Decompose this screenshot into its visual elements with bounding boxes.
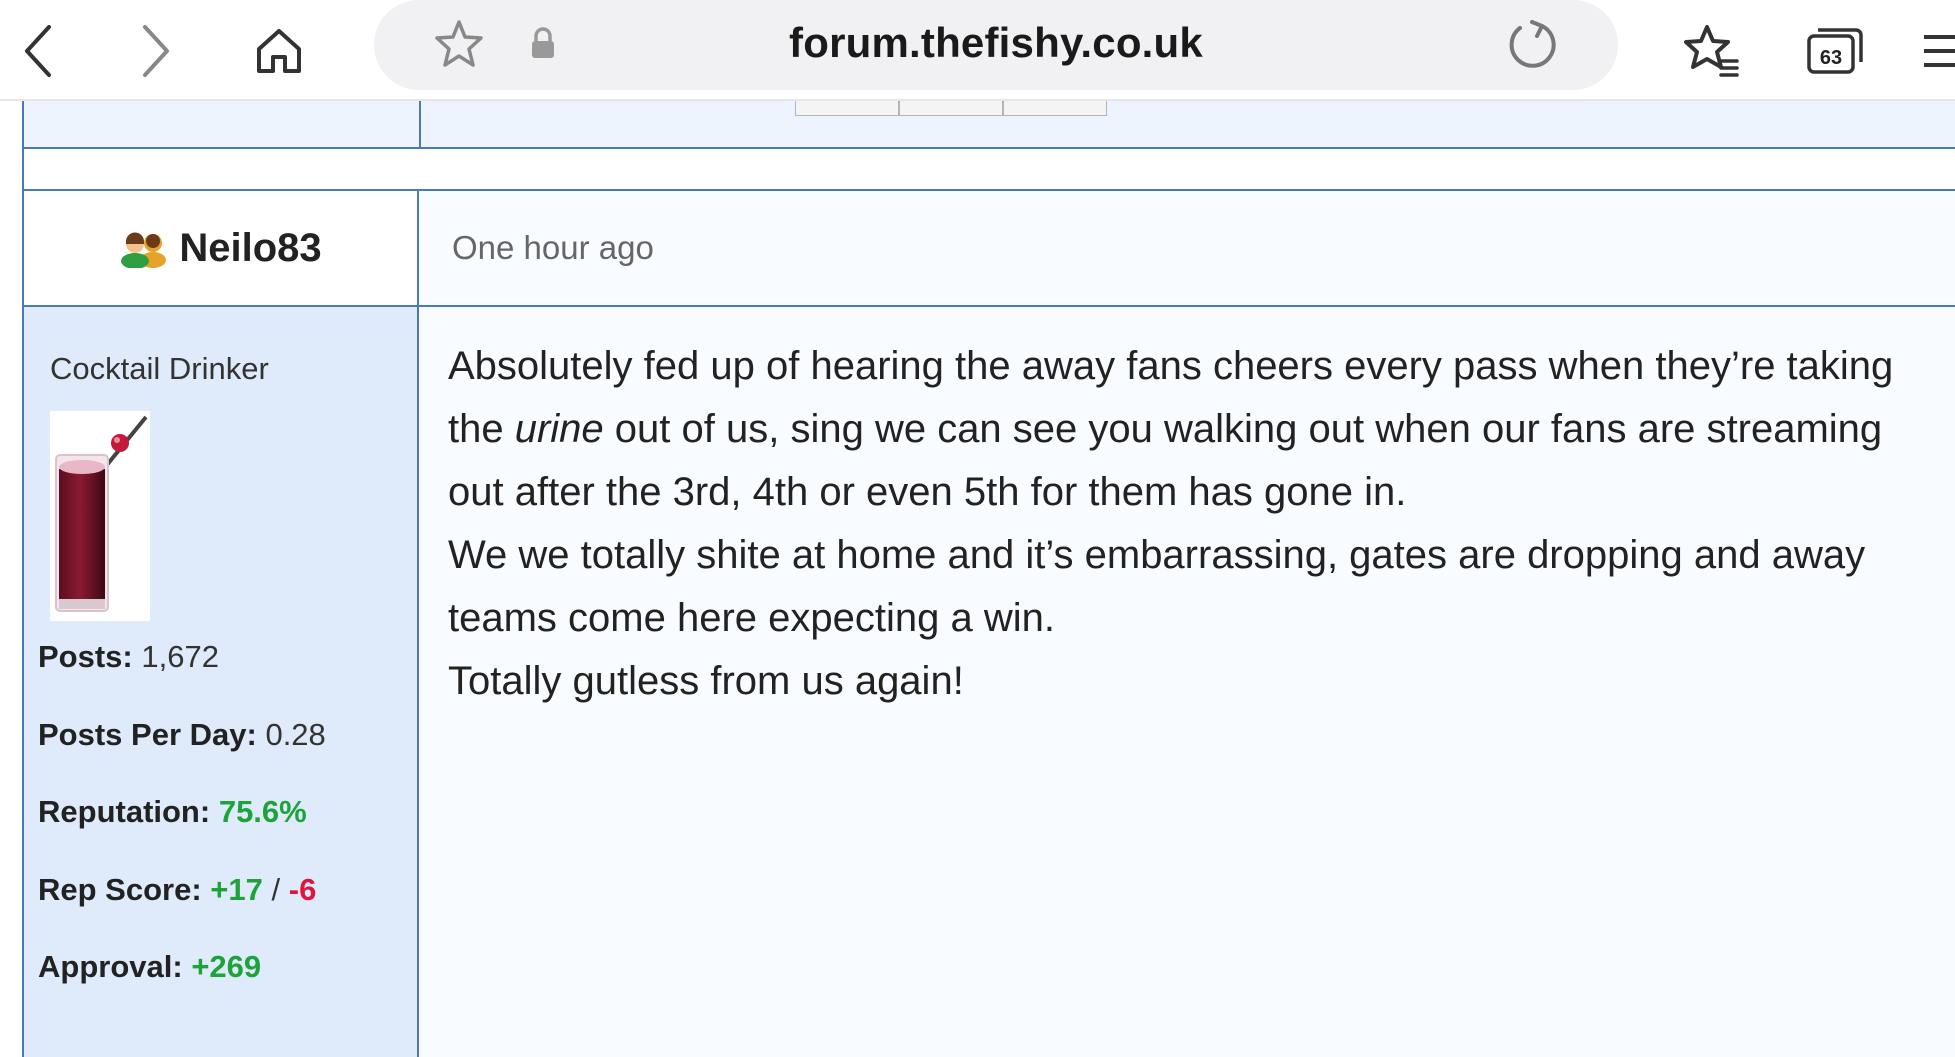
post-body-row: Cocktail Drinker Posts: 1,672 Posts Per … (22, 307, 1955, 1057)
post-paragraph: Totally gutless from us again! (448, 659, 964, 703)
menu-button[interactable] (1920, 12, 1955, 90)
home-icon (257, 29, 301, 73)
user-online-icon (121, 232, 167, 268)
address-bar[interactable]: forum.thefishy.co.uk (374, 0, 1618, 90)
reload-icon[interactable] (1504, 16, 1560, 77)
post-paragraph: We we totally shite at home and it’s emb… (448, 533, 1866, 640)
stat-posts-value: 1,672 (141, 639, 219, 674)
home-button[interactable] (240, 12, 318, 90)
stat-reputation-label: Reputation: (38, 794, 211, 829)
chevron-right-icon (143, 25, 169, 77)
stat-approval-label: Approval: (38, 949, 183, 984)
stat-ppd-value: 0.28 (265, 717, 326, 752)
post-action-button[interactable] (899, 101, 1003, 116)
stat-rep-score: Rep Score: +17 / -6 (38, 872, 316, 908)
stat-repscore-negative: -6 (288, 872, 317, 907)
username-link[interactable]: Neilo83 (179, 226, 321, 271)
stat-reputation: Reputation: 75.6% (38, 794, 307, 830)
back-button[interactable] (0, 12, 78, 90)
tabs-button[interactable]: 63 (1796, 12, 1874, 90)
post-action-buttons (795, 101, 1107, 116)
forum-post-table: Neilo83 One hour ago Cocktail Drinker Po… (22, 101, 1955, 1057)
forward-button[interactable] (116, 12, 194, 90)
post-text-emphasis: urine (514, 407, 604, 451)
menu-icon (1924, 35, 1955, 67)
tab-count: 63 (1819, 46, 1843, 69)
stat-posts-label: Posts: (38, 639, 133, 674)
stat-reputation-value: 75.6% (218, 794, 307, 829)
stat-ppd-label: Posts Per Day: (38, 717, 257, 752)
user-info-sidebar: Cocktail Drinker Posts: 1,672 Posts Per … (24, 307, 419, 1057)
stat-repscore-separator: / (271, 872, 281, 907)
stat-repscore-label: Rep Score: (38, 872, 202, 907)
post-paragraph: Absolutely fed up of hearing the away fa… (448, 335, 1938, 524)
rank-image (50, 411, 150, 621)
tabs-icon: 63 (1806, 26, 1864, 76)
user-rank: Cocktail Drinker (50, 351, 269, 386)
bookmarks-button[interactable] (1672, 12, 1750, 90)
post-action-button[interactable] (795, 101, 899, 116)
post-author: Neilo83 (24, 191, 419, 305)
stat-posts: Posts: 1,672 (38, 639, 219, 675)
url-text[interactable]: forum.thefishy.co.uk (374, 19, 1618, 67)
post-timestamp: One hour ago (452, 229, 654, 266)
previous-post-footer (22, 101, 1955, 149)
post-text-segment: out of us, sing we can see you walking o… (448, 407, 1883, 514)
post-action-button[interactable] (1003, 101, 1107, 116)
stat-approval: Approval: +269 (38, 949, 261, 985)
browser-toolbar: forum.thefishy.co.uk 63 (0, 0, 1955, 101)
post-separator (22, 149, 1955, 191)
stat-posts-per-day: Posts Per Day: 0.28 (38, 717, 326, 753)
post-message: Absolutely fed up of hearing the away fa… (448, 335, 1938, 713)
post-header: Neilo83 One hour ago (22, 191, 1955, 307)
stat-repscore-positive: +17 (210, 872, 263, 907)
column-divider (419, 101, 421, 149)
bookmarks-icon (1684, 25, 1739, 77)
chevron-left-icon (25, 25, 51, 77)
stat-approval-value: +269 (191, 949, 262, 984)
